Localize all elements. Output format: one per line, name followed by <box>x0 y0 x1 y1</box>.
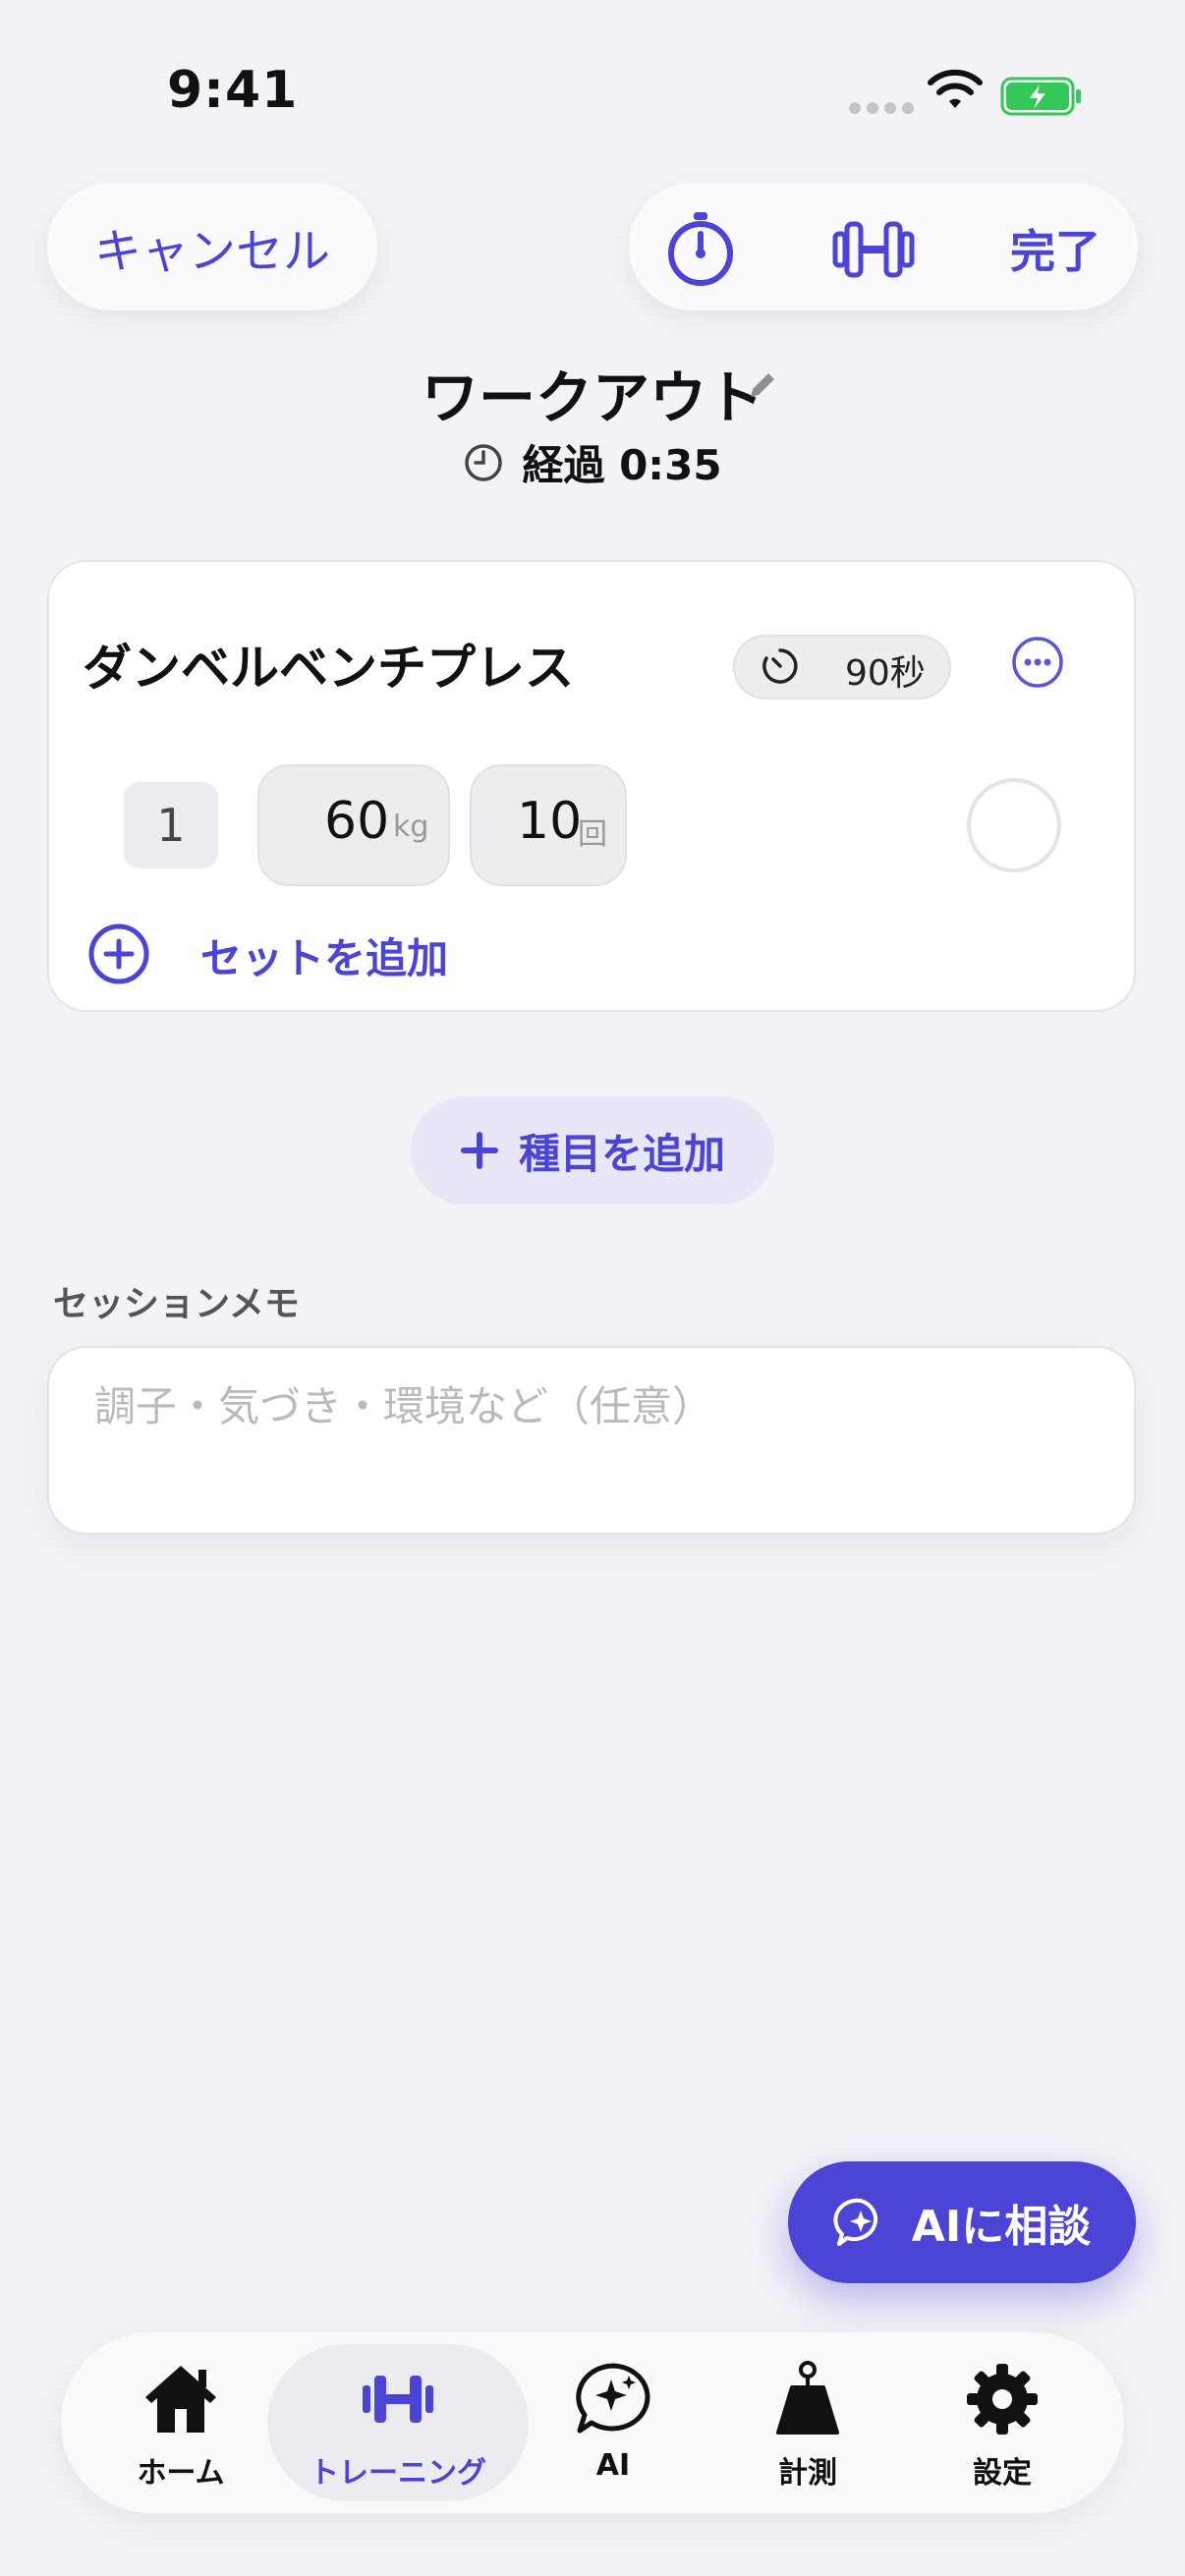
cancel-button[interactable]: キャンセル <box>47 183 377 310</box>
tab-training-label: トレーニング <box>310 2456 486 2491</box>
cellular-signal-icon <box>849 102 914 114</box>
kettlebell-scale-icon <box>776 2361 839 2435</box>
weight-unit: kg <box>393 810 429 844</box>
tab-measure-label: 計測 <box>778 2456 837 2491</box>
tab-measure[interactable]: 計測 <box>709 2358 906 2492</box>
dumbbell-icon <box>363 2376 433 2423</box>
add-set-button[interactable]: セットを追加 <box>200 925 448 985</box>
exercise-name[interactable]: ダンベルベンチプレス <box>83 629 574 700</box>
dumbbell-icon[interactable] <box>831 216 916 283</box>
set-complete-checkbox[interactable] <box>967 778 1061 872</box>
gear-icon <box>967 2364 1038 2435</box>
battery-charging-icon <box>1000 77 1081 116</box>
ai-chat-sparkle-icon <box>833 2198 877 2246</box>
ai-sparkle-chat-icon <box>576 2363 650 2434</box>
more-options-icon[interactable] <box>1010 635 1065 690</box>
weight-value: 60 <box>324 792 390 851</box>
rest-duration: 90秒 <box>845 653 926 694</box>
ai-consult-label: AIに相談 <box>911 2202 1092 2252</box>
wifi-icon <box>928 69 983 108</box>
workout-title[interactable]: ワークアウト <box>422 364 763 431</box>
tab-ai[interactable]: AI <box>515 2358 711 2483</box>
elapsed-label: 経過 0:35 <box>522 441 722 489</box>
tab-home[interactable]: ホーム <box>83 2358 279 2492</box>
tab-home-label: ホーム <box>137 2456 225 2491</box>
set-number: 1 <box>124 782 218 868</box>
session-memo-input[interactable] <box>92 1381 1079 1431</box>
session-memo-box <box>47 1346 1136 1535</box>
tab-settings[interactable]: 設定 <box>904 2358 1100 2492</box>
done-button[interactable]: 完了 <box>1010 216 1100 281</box>
clock-icon <box>465 443 503 481</box>
tab-ai-label: AI <box>595 2448 631 2483</box>
stopwatch-icon[interactable] <box>660 208 741 289</box>
add-exercise-label: 種目を追加 <box>518 1129 725 1178</box>
reps-unit: 回 <box>578 817 607 852</box>
rest-timer-icon <box>762 648 798 684</box>
ai-consult-button[interactable]: AIに相談 <box>788 2161 1136 2283</box>
pencil-icon[interactable] <box>745 367 780 403</box>
session-memo-label: セッションメモ <box>53 1284 300 1324</box>
add-circle-icon[interactable] <box>86 922 151 986</box>
house-icon <box>145 2366 216 2433</box>
add-exercise-button[interactable]: 種目を追加 <box>411 1096 774 1204</box>
reps-value: 10 <box>517 792 583 851</box>
plus-icon <box>460 1132 498 1169</box>
page-title-container: ワークアウト <box>0 352 1185 434</box>
elapsed-time: 経過 0:35 <box>0 432 1185 492</box>
status-time: 9:41 <box>167 61 299 120</box>
tab-training[interactable]: トレーニング <box>300 2358 496 2492</box>
tab-settings-label: 設定 <box>973 2456 1032 2491</box>
